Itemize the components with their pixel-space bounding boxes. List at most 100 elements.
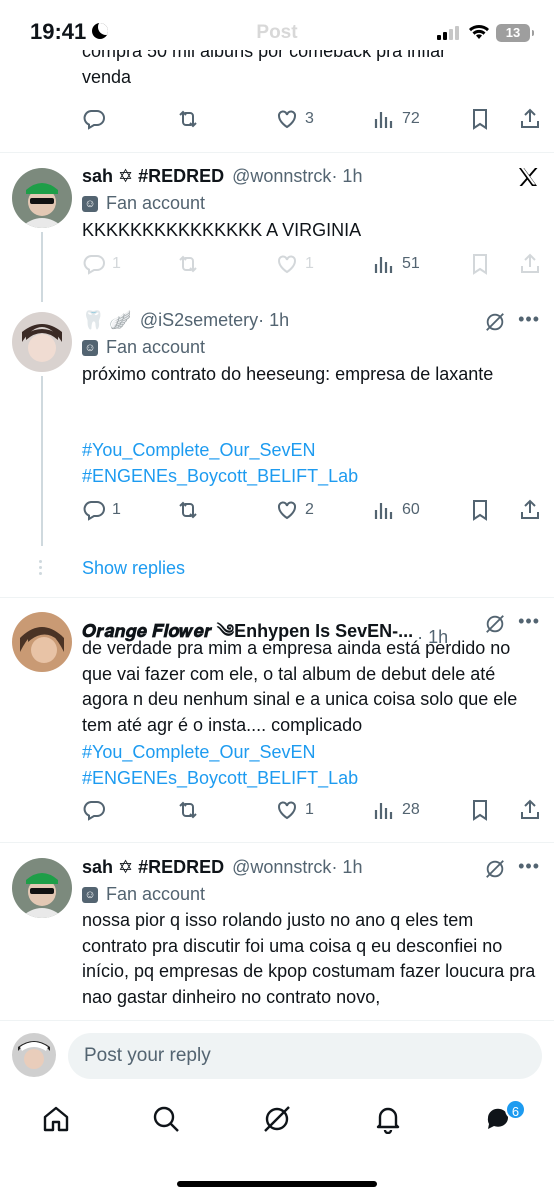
heart-icon [278,801,296,820]
avatar[interactable] [12,312,72,372]
notification-badge: 6 [505,1099,526,1120]
avatar-image [12,1033,56,1077]
avatar[interactable] [12,1033,56,1077]
reply-button[interactable]: 1 [82,498,121,522]
x-logo-icon[interactable] [516,165,540,189]
masks-icon: ☺ [82,886,98,903]
reply-icon [83,255,105,275]
reply-button[interactable] [82,107,106,131]
divider [0,842,554,843]
views-icon [374,803,393,819]
more-options-icon[interactable]: ••• [518,611,540,632]
bookmark-button[interactable] [468,498,492,522]
hashtag-link[interactable]: #You_Complete_Our_SevEN [82,438,532,464]
show-replies-link[interactable]: Show replies [82,558,185,579]
grok-icon[interactable] [484,613,506,635]
avatar-image [12,858,72,918]
views-button[interactable]: 28 [372,798,420,822]
masks-icon: ☺ [82,195,98,212]
tweet-header: sah ✡ #REDRED @wonnstrck · 1h [82,857,362,878]
avatar[interactable] [12,168,72,228]
hashtag-link[interactable]: #You_Complete_Our_SevEN [82,740,532,766]
tweet-text: nossa pior q isso rolando justo no ano q… [82,910,536,1007]
views-icon [374,503,393,519]
hashtag-link[interactable]: #ENGENEs_Boycott_BELIFT_Lab [82,464,532,490]
heart-icon [278,501,296,520]
timestamp[interactable]: · 1h [331,166,362,187]
display-name[interactable]: sah ✡ #REDRED [82,166,224,187]
divider [0,152,554,153]
like-button[interactable]: 3 [275,107,314,131]
share-button[interactable] [518,252,542,276]
divider [0,597,554,598]
views-icon [374,257,393,273]
tweet-header: 🦷 🪽 @iS2semetery · 1h [82,310,289,331]
timestamp[interactable]: · 1h [331,857,362,878]
fan-account-label: ☺ Fan account [82,193,205,214]
tweet-text: próximo contrato do heeseung: empresa de… [82,364,494,384]
views-button[interactable]: 51 [372,252,420,276]
reply-button[interactable] [82,798,106,822]
display-name[interactable]: sah ✡ #REDRED [82,857,224,878]
share-button[interactable] [518,498,542,522]
tweet-actions: 1 2 60 [82,498,542,528]
repost-button[interactable] [176,107,200,131]
grok-icon[interactable] [262,1104,292,1134]
wifi-icon [469,25,489,39]
heart-icon [278,110,296,129]
avatar[interactable] [12,858,72,918]
fan-account-label: ☺ Fan account [82,337,205,358]
views-count: 51 [402,255,420,272]
more-options-icon[interactable]: ••• [518,856,540,877]
reply-icon [83,801,105,821]
reply-button[interactable]: 1 [82,252,121,276]
thread-feed[interactable]: compra 50 mil albuns por comeback pra in… [0,0,554,1020]
fan-account-label: ☺ Fan account [82,884,205,905]
status-bar: 19:41 Post 13 [0,0,554,62]
tweet-text: KKKKKKKKKKKKKKK A VIRGINIA [82,220,362,240]
username[interactable]: @wonnstrck [232,166,331,187]
repost-icon [179,255,197,273]
views-button[interactable]: 60 [372,498,420,522]
like-button[interactable]: 1 [275,798,314,822]
grok-icon[interactable] [484,311,506,333]
hashtag-link[interactable]: #ENGENEs_Boycott_BELIFT_Lab [82,766,532,792]
heart-icon [278,255,296,274]
tweet-header: sah ✡ #REDRED @wonnstrck · 1h [82,166,362,187]
tweet-actions: 1 1 51 [82,252,542,282]
home-icon[interactable] [41,1104,71,1134]
avatar[interactable] [12,612,72,672]
more-options-icon[interactable]: ••• [518,309,540,330]
bookmark-button[interactable] [468,252,492,276]
share-icon [521,499,539,519]
bell-icon[interactable] [373,1104,403,1134]
reply-input[interactable] [68,1033,542,1079]
views-button[interactable]: 72 [372,107,420,131]
bookmark-icon [473,800,487,821]
repost-icon [179,501,197,519]
like-count: 2 [305,501,314,518]
grok-icon[interactable] [484,858,506,880]
display-name[interactable]: 🦷 🪽 [82,310,132,331]
search-icon[interactable] [151,1104,181,1134]
home-indicator [177,1181,377,1187]
repost-button[interactable] [176,252,200,276]
bookmark-icon [473,500,487,521]
timestamp[interactable]: · 1h [258,310,289,331]
bookmark-button[interactable] [468,107,492,131]
like-button[interactable]: 1 [275,252,314,276]
thread-line [41,232,43,302]
battery-indicator: 13 [496,24,534,42]
repost-button[interactable] [176,798,200,822]
bookmark-button[interactable] [468,798,492,822]
username[interactable]: @iS2semetery [140,310,258,331]
hashtag-list: #You_Complete_Our_SevEN #ENGENEs_Boycott… [82,740,532,791]
username[interactable]: @wonnstrck [232,857,331,878]
share-button[interactable] [518,798,542,822]
tweet-actions: 3 72 [82,107,542,137]
views-icon [374,112,393,128]
tweet-text: de verdade pra mim a empresa ainda está … [82,638,518,735]
like-button[interactable]: 2 [275,498,314,522]
share-button[interactable] [518,107,542,131]
repost-button[interactable] [176,498,200,522]
